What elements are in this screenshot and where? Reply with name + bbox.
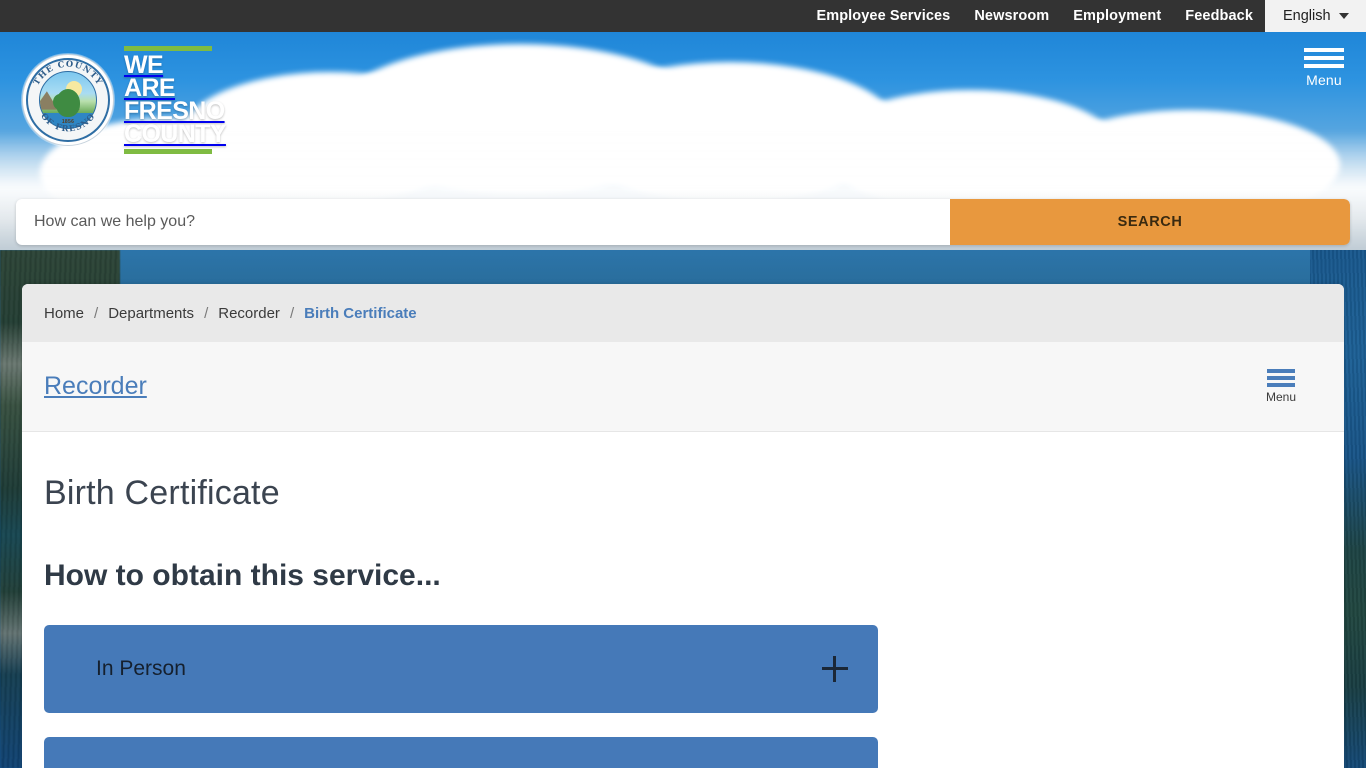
accordion-by-mail[interactable]: By Mail — [44, 737, 878, 768]
breadcrumb-item-recorder[interactable]: Recorder — [218, 305, 280, 322]
site-search: SEARCH — [16, 199, 1350, 245]
top-utility-bar: Employee Services Newsroom Employment Fe… — [0, 0, 1366, 32]
breadcrumb-item-home[interactable]: Home — [44, 305, 84, 322]
department-menu-label: Menu — [1265, 390, 1296, 404]
topbar-link-feedback[interactable]: Feedback — [1173, 0, 1265, 32]
breadcrumb-separator: / — [289, 304, 295, 322]
wordmark-lines: WE ARE FRESNO COUNTY — [124, 51, 227, 148]
breadcrumb: Home / Departments / Recorder / Birth Ce… — [22, 284, 1344, 342]
seal-year: 1856 — [61, 119, 75, 126]
section-title: How to obtain this service... — [44, 559, 441, 592]
breadcrumb-item-current: Birth Certificate — [304, 304, 417, 322]
header-menu-label: Menu — [1306, 72, 1342, 88]
hamburger-icon — [1304, 48, 1344, 68]
wordmark-line-1: WE ARE — [124, 51, 176, 102]
chevron-down-icon — [1338, 13, 1349, 19]
language-selector[interactable]: English — [1265, 0, 1366, 32]
breadcrumb-separator: / — [94, 304, 99, 322]
header-menu-button[interactable]: Menu — [1304, 48, 1344, 88]
department-menu-button[interactable]: Menu — [1266, 369, 1296, 404]
main-content: Birth Certificate How to obtain this ser… — [22, 432, 1344, 768]
breadcrumb-item-departments[interactable]: Departments — [108, 305, 194, 322]
topbar-link-employee-services[interactable]: Employee Services — [804, 0, 962, 32]
plus-icon[interactable] — [822, 656, 848, 682]
wordmark-line-3: COUNTY — [124, 120, 227, 148]
svg-text:THE COUNTY: THE COUNTY — [31, 59, 105, 87]
accordion-list: In Person By Mail — [44, 625, 1322, 768]
department-title[interactable]: Recorder — [44, 372, 147, 401]
content-card: Home / Departments / Recorder / Birth Ce… — [22, 284, 1344, 768]
seal-text-ring: THE COUNTY OF FRESNO — [31, 59, 105, 134]
language-selector-label: English — [1283, 8, 1331, 24]
breadcrumb-separator: / — [204, 304, 209, 322]
county-seal-icon: THE COUNTY OF FRESNO 1856 — [22, 54, 114, 146]
site-logo[interactable]: THE COUNTY OF FRESNO 1856 WE ARE FRESNO … — [22, 46, 227, 154]
search-button[interactable]: SEARCH — [950, 199, 1350, 245]
accordion-label: In Person — [96, 657, 186, 680]
wordmark: WE ARE FRESNO COUNTY — [124, 46, 227, 154]
topbar-link-newsroom[interactable]: Newsroom — [962, 0, 1061, 32]
department-bar: Recorder Menu — [22, 342, 1344, 432]
topbar-link-employment[interactable]: Employment — [1061, 0, 1173, 32]
hamburger-icon — [1266, 369, 1295, 387]
wordmark-bottom-bar — [124, 149, 212, 154]
accordion-in-person[interactable]: In Person — [44, 625, 878, 713]
search-input[interactable] — [16, 199, 950, 245]
page-title: Birth Certificate — [44, 474, 280, 512]
